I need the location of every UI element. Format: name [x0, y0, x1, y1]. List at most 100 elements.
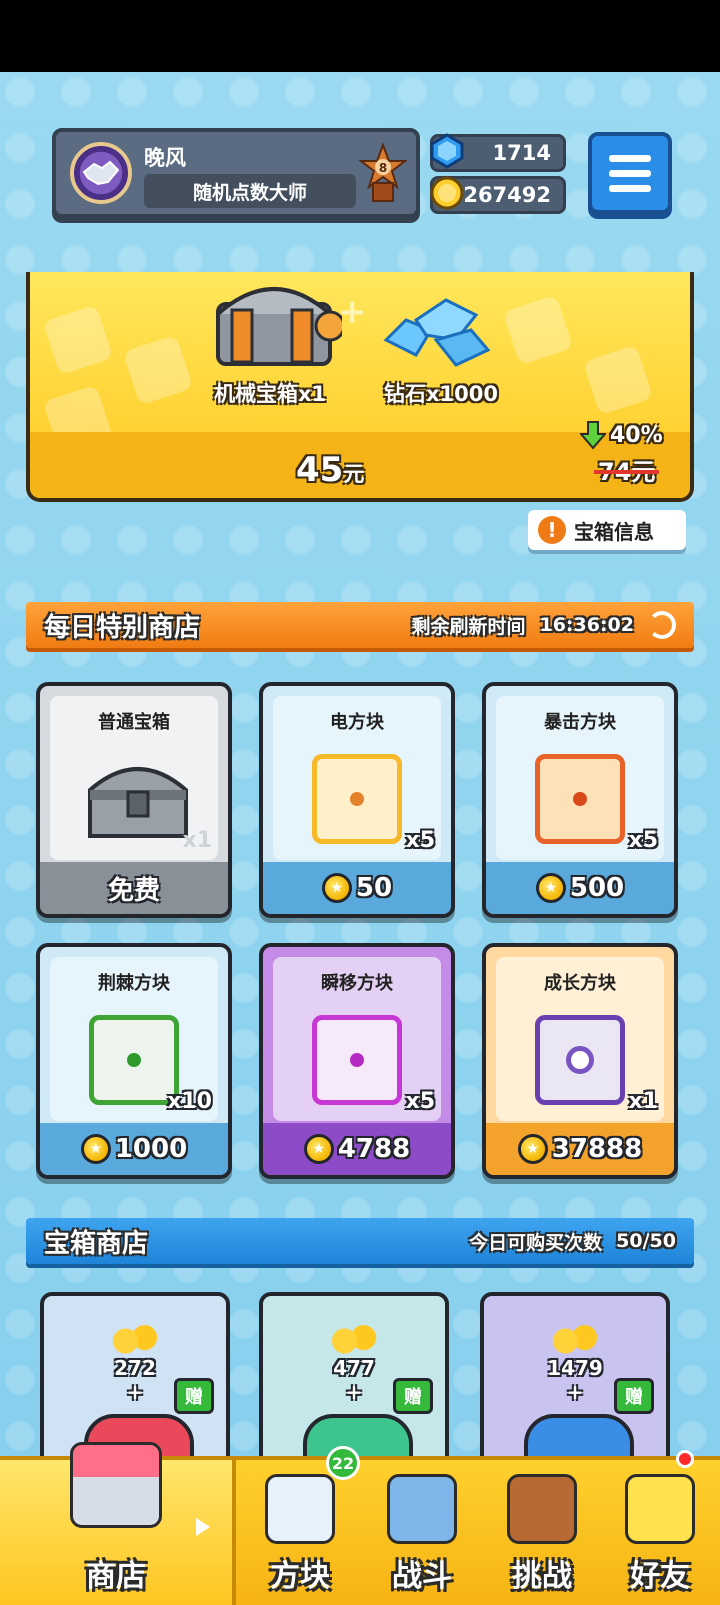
- nav-tab-battle[interactable]: 战斗: [362, 1460, 482, 1605]
- original-price: 74元: [593, 452, 660, 487]
- gift-badge: 赠: [614, 1378, 654, 1414]
- gem-counter[interactable]: 1714: [427, 131, 566, 172]
- signboard-icon: [507, 1474, 577, 1544]
- promo-item-chest: 机械宝箱x1: [214, 382, 327, 406]
- menu-icon-bar: [609, 169, 651, 177]
- play-arrow-icon: [196, 1518, 210, 1536]
- daily-shop-header: 每日特别商店 剩余刷新时间 16:36:02: [26, 602, 694, 648]
- thorn-block-icon: [89, 1015, 179, 1105]
- player-name: 晚风: [144, 146, 186, 170]
- notification-dot: [676, 1450, 694, 1468]
- notification-badge: 22: [326, 1446, 360, 1480]
- electric-block-icon: [312, 754, 402, 844]
- item-price: 免费: [107, 875, 160, 906]
- item-name: 成长方块: [544, 973, 616, 994]
- status-bar: [0, 0, 720, 72]
- nav-label-blocks: 方块: [270, 1559, 330, 1594]
- shop-item-thorn-block[interactable]: 荆棘方块 x10 ★ 1000: [36, 943, 232, 1179]
- promo-price[interactable]: 45元: [296, 450, 364, 490]
- coin-icon: ★: [535, 873, 566, 903]
- dice-decoration: [582, 344, 654, 416]
- shop-item-teleport-block[interactable]: 瞬移方块 x5 ★ 4788: [259, 943, 455, 1179]
- chest-shop-header: 宝箱商店 今日可购买次数 50/50: [26, 1218, 694, 1264]
- bottom-nav: 商店 22 方块 战斗 挑战 好友: [0, 1442, 720, 1605]
- menu-icon-bar: [609, 154, 651, 162]
- item-quantity: x10: [167, 1089, 212, 1114]
- price-bar[interactable]: ★ 500: [486, 862, 674, 914]
- discount-badge: 40%: [580, 420, 663, 450]
- chest-info-label: 宝箱信息: [574, 519, 654, 544]
- promo-price-value: 45: [296, 450, 344, 490]
- refresh-timer: 16:36:02: [539, 614, 634, 636]
- item-name: 普通宝箱: [98, 712, 170, 733]
- coin-amount: 477: [333, 1356, 375, 1380]
- shop-item-electric-block[interactable]: 电方块 x5 ★ 50: [259, 682, 455, 918]
- player-title: 随机点数大师: [144, 174, 356, 208]
- shop-item-normal-chest[interactable]: 普通宝箱 x1 免费: [36, 682, 232, 918]
- block-dot: [573, 792, 587, 806]
- friend-icon: [625, 1474, 695, 1544]
- block-icon: [265, 1474, 335, 1544]
- diamond-pile-icon: [383, 298, 491, 367]
- shop-item-crit-block[interactable]: 暴击方块 x5 ★ 500: [482, 682, 678, 918]
- coin-icon: ★: [80, 1134, 111, 1164]
- price-bar[interactable]: 免费: [40, 862, 228, 914]
- menu-button[interactable]: [588, 132, 672, 214]
- mechanical-chest-icon: [216, 287, 342, 366]
- shop-item-growth-block[interactable]: 成长方块 x1 ★ 37888: [482, 943, 678, 1179]
- dice-decoration: [502, 294, 574, 366]
- chest-shop-title: 宝箱商店: [44, 1228, 149, 1259]
- item-quantity: x5: [405, 828, 436, 853]
- item-quantity: x5: [405, 1089, 436, 1114]
- nav-label-shop: 商店: [86, 1559, 146, 1594]
- item-name: 电方块: [330, 712, 384, 733]
- item-price: 4788: [337, 1134, 411, 1164]
- nav-tab-challenge[interactable]: 挑战: [482, 1460, 602, 1605]
- rank-number: 8: [379, 161, 387, 175]
- daily-shop-title: 每日特别商店: [44, 612, 201, 643]
- coin-pile-icon: [111, 1324, 159, 1358]
- item-name: 瞬移方块: [321, 973, 393, 994]
- purchase-limit-value: 50/50: [616, 1230, 676, 1252]
- handshake-icon: [82, 160, 120, 186]
- crit-block-icon: [535, 754, 625, 844]
- refresh-label: 剩余刷新时间: [411, 615, 526, 638]
- rank-badge[interactable]: 8: [358, 142, 408, 204]
- dice-decoration: [122, 334, 194, 406]
- nav-tab-friends[interactable]: 好友: [600, 1450, 720, 1605]
- promo-item-diamond: 钻石x1000: [384, 382, 498, 406]
- price-bar[interactable]: ★ 37888: [486, 1123, 674, 1175]
- dice-decoration: [42, 304, 114, 376]
- teleport-block-icon: [312, 1015, 402, 1105]
- nav-label-friends: 好友: [630, 1559, 690, 1594]
- player-profile-card[interactable]: 晚风 随机点数大师 8: [52, 128, 420, 218]
- item-price: 37888: [551, 1134, 643, 1164]
- avatar[interactable]: [70, 142, 132, 204]
- sword-shield-icon: [387, 1474, 457, 1544]
- coin-icon: [427, 173, 467, 213]
- plus-icon: +: [338, 292, 367, 332]
- coin-icon: ★: [517, 1134, 548, 1164]
- chest-info-button[interactable]: ! 宝箱信息: [528, 510, 686, 550]
- price-bar[interactable]: ★ 4788: [263, 1123, 451, 1175]
- item-quantity: x5: [628, 828, 659, 853]
- price-bar[interactable]: ★ 1000: [40, 1123, 228, 1175]
- block-dot: [127, 1053, 141, 1067]
- rank-star-icon: 8: [359, 143, 407, 202]
- nav-tab-shop[interactable]: 商店: [0, 1442, 236, 1605]
- coin-pile-icon: [330, 1324, 378, 1358]
- coin-icon: ★: [321, 873, 352, 903]
- shop-icon: [70, 1442, 162, 1528]
- item-price: 500: [569, 873, 625, 903]
- coin-counter[interactable]: 267492: [430, 176, 566, 214]
- purchase-limit-label: 今日可购买次数: [469, 1231, 603, 1254]
- item-quantity: x1: [628, 1089, 659, 1114]
- discount-percent: 40%: [610, 422, 663, 448]
- refresh-icon[interactable]: [648, 611, 676, 639]
- nav-tab-blocks[interactable]: 22 方块: [240, 1446, 360, 1605]
- gem-icon: [427, 131, 467, 171]
- normal-chest-icon: [88, 767, 188, 838]
- coin-amount: 1479: [547, 1356, 603, 1380]
- item-name: 暴击方块: [544, 712, 616, 733]
- price-bar[interactable]: ★ 50: [263, 862, 451, 914]
